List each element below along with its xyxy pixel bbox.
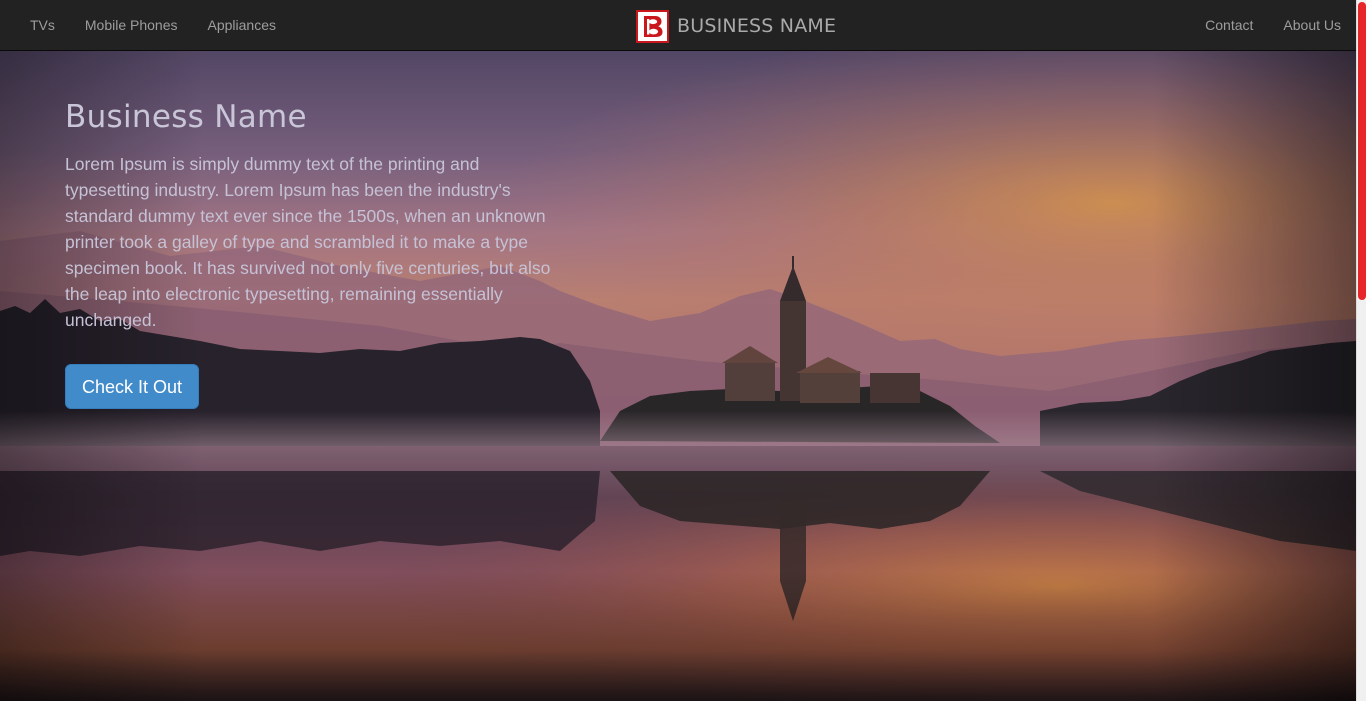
page-scrollbar[interactable] xyxy=(1356,0,1366,701)
nav-link-tvs[interactable]: TVs xyxy=(15,0,70,50)
hero-content: Business Name Lorem Ipsum is simply dumm… xyxy=(65,95,555,409)
nav-link-mobile-phones[interactable]: Mobile Phones xyxy=(70,0,193,50)
brand-link[interactable]: BUSINESS NAME xyxy=(636,9,836,43)
nav-link-contact[interactable]: Contact xyxy=(1190,0,1268,50)
hero-title: Business Name xyxy=(65,99,307,135)
nav-right-links: Contact About Us xyxy=(1190,0,1356,50)
scrollbar-thumb[interactable] xyxy=(1358,2,1366,300)
letter-b-logo-icon xyxy=(636,9,669,43)
hero-section: Business Name Lorem Ipsum is simply dumm… xyxy=(0,51,1356,701)
nav-link-appliances[interactable]: Appliances xyxy=(193,0,292,50)
brand-name: BUSINESS NAME xyxy=(677,15,837,37)
nav-left-links: TVs Mobile Phones Appliances xyxy=(15,0,291,50)
nav-link-about-us[interactable]: About Us xyxy=(1268,0,1356,50)
check-it-out-button[interactable]: Check It Out xyxy=(65,364,200,409)
page: TVs Mobile Phones Appliances BUSINESS NA… xyxy=(0,0,1366,701)
top-navbar: TVs Mobile Phones Appliances BUSINESS NA… xyxy=(0,0,1356,51)
hero-description: Lorem Ipsum is simply dummy text of the … xyxy=(65,154,551,330)
